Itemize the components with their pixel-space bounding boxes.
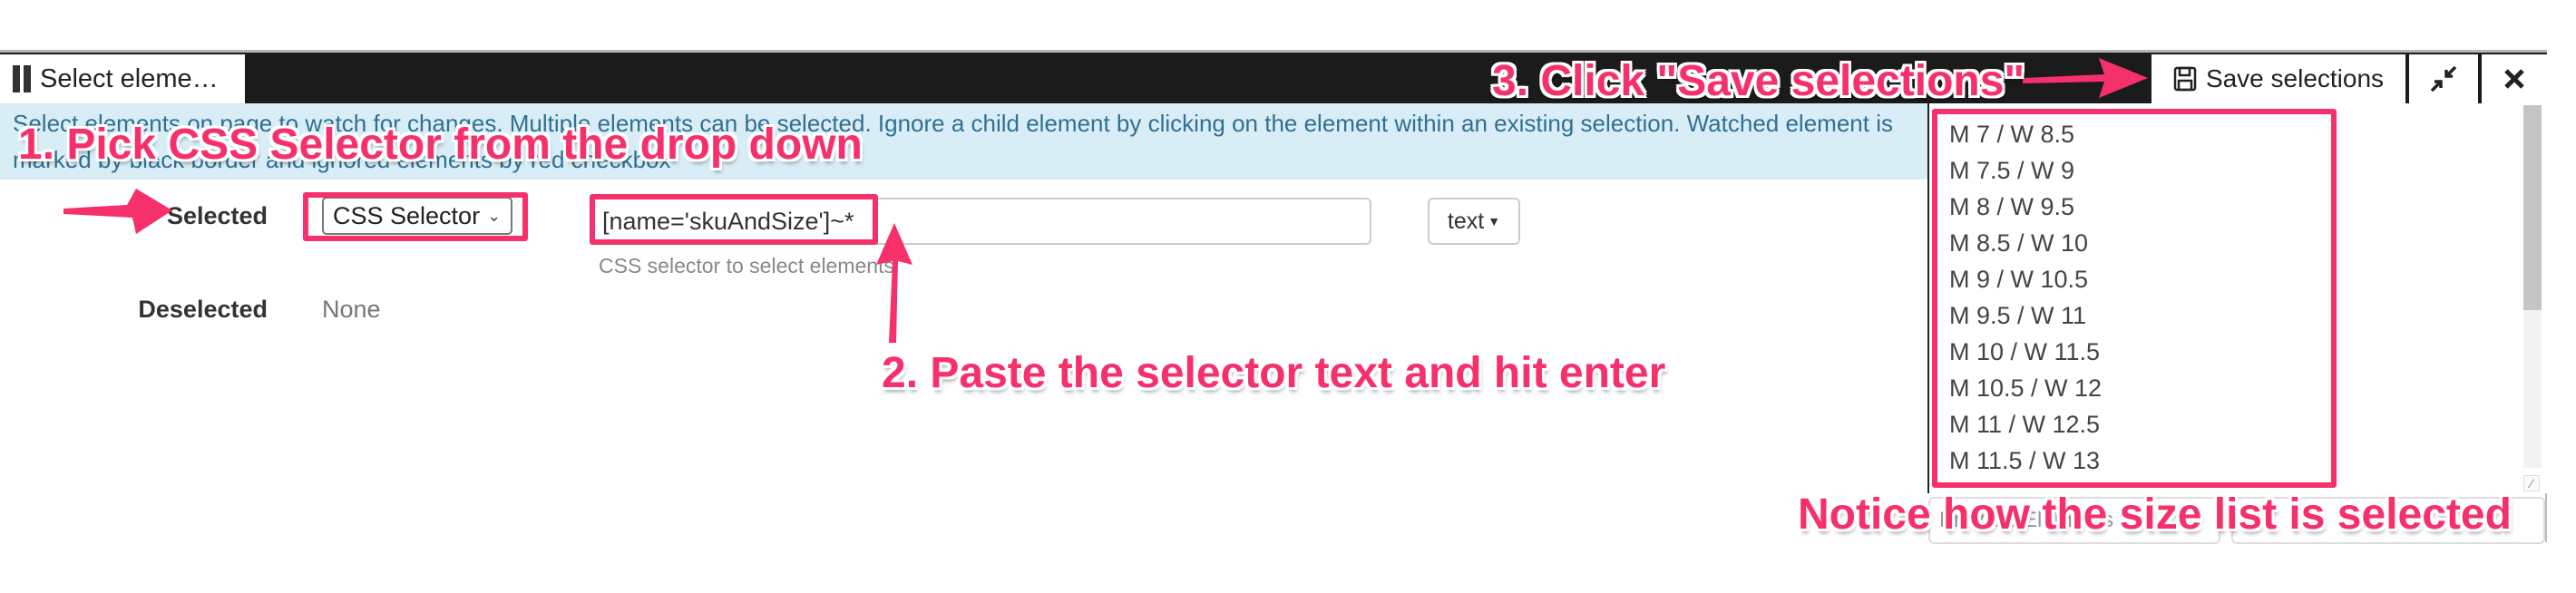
extract-mode-dropdown[interactable]: text ▼	[1428, 198, 1520, 245]
page-background	[0, 0, 2576, 52]
preview-scrollbar[interactable]	[2523, 105, 2542, 468]
save-selections-button[interactable]: Save selections	[2148, 54, 2405, 103]
selector-help-text: CSS selector to select elements	[599, 254, 894, 277]
resize-grip-icon[interactable]: ∕	[2523, 475, 2540, 491]
close-button[interactable]	[2478, 54, 2547, 103]
select-elements-tab[interactable]: Select eleme…	[0, 54, 245, 103]
caret-down-icon: ▼	[1488, 214, 1501, 228]
save-selections-label: Save selections	[2205, 64, 2385, 92]
extract-mode-label: text	[1447, 208, 1485, 234]
tab-title: Select eleme…	[40, 63, 219, 93]
deselected-label: Deselected	[138, 296, 268, 323]
panel-topbar: Select eleme… Save selections	[0, 53, 2547, 103]
pause-icon	[13, 65, 31, 92]
selected-label: Selected	[166, 202, 268, 229]
annotation-step-1: 1. Pick CSS Selector from the drop down	[18, 121, 863, 169]
deselected-value: None	[322, 296, 381, 323]
highlight-selector-dropdown	[303, 192, 528, 241]
highlight-selector-input	[590, 194, 878, 245]
floppy-disk-icon	[2173, 66, 2197, 92]
highlight-size-list	[1932, 109, 2337, 488]
scrollbar-thumb[interactable]	[2523, 105, 2542, 310]
annotation-note: Notice how the size list is selected	[1798, 491, 2512, 539]
close-icon	[2504, 69, 2524, 89]
compress-icon	[2430, 65, 2457, 92]
annotation-step-3: 3. Click "Save selections"	[1492, 57, 2025, 105]
annotation-step-2: 2. Paste the selector text and hit enter	[882, 349, 1666, 397]
minimize-button[interactable]	[2405, 54, 2478, 103]
